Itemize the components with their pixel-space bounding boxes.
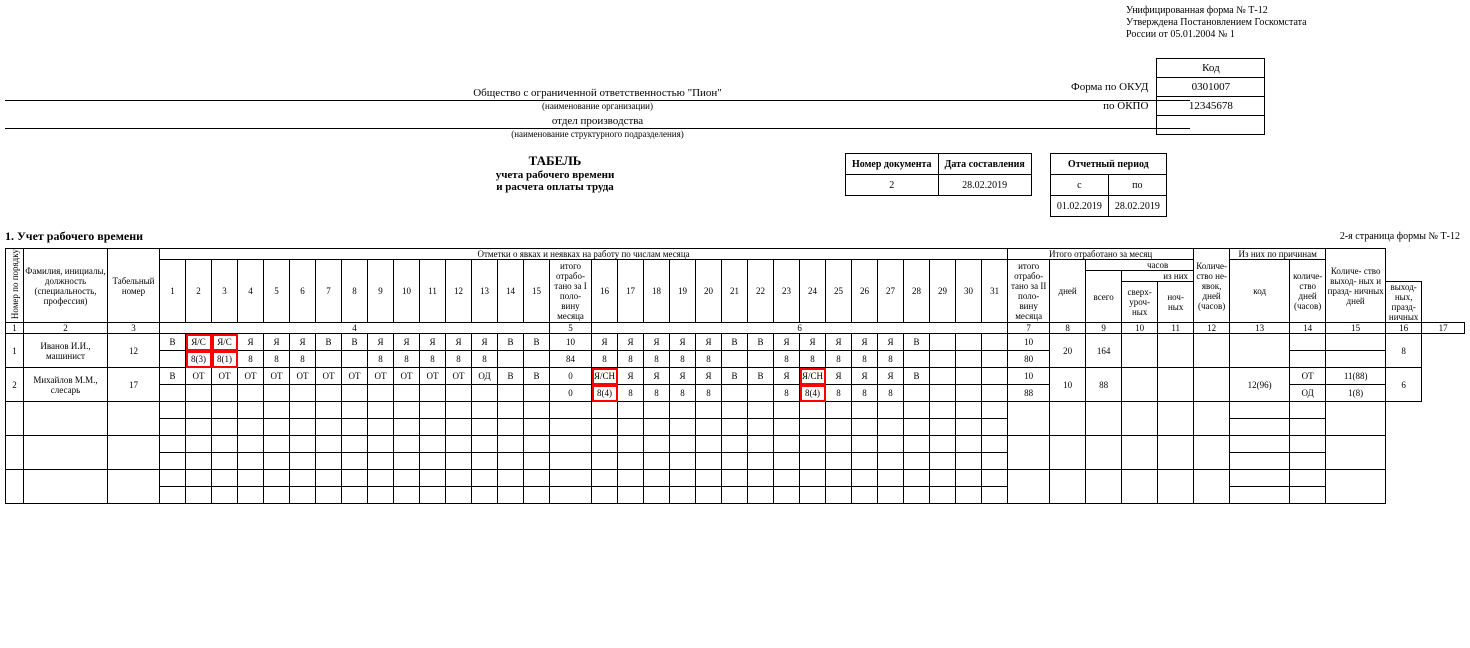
org-dept: отдел производства (5, 115, 1190, 129)
section-1-title: 1. Учет рабочего времени (5, 229, 1470, 244)
title: ТАБЕЛЬ (305, 153, 805, 169)
code-box: Код Форма по ОКУД0301007 по ОКПО12345678 (1070, 58, 1265, 135)
period-table: Отчетный период спо 01.02.201928.02.2019 (1050, 153, 1167, 217)
form-id: Унифицированная форма № Т-12 Утверждена … (1126, 5, 1307, 41)
page-2-label: 2-я страница формы № Т-12 (1340, 231, 1460, 242)
title-row: ТАБЕЛЬ учета рабочего времени и расчета … (5, 153, 1470, 217)
org-block: Общество с ограниченной ответственностью… (5, 87, 1190, 139)
table-row: 1 Иванов И.И., машинист 12 ВЯ/СЯ/СЯЯЯВВЯ… (6, 334, 1465, 351)
table-row: 2 Михайлов М.М., слесарь 17 ВОТОТОТОТОТО… (6, 368, 1465, 385)
doc-num-table: Номер документаДата составления 228.02.2… (845, 153, 1032, 196)
org-name: Общество с ограниченной ответственностью… (5, 87, 1190, 101)
main-table: Номер по порядку Фамилия, инициалы, долж… (5, 248, 1465, 504)
